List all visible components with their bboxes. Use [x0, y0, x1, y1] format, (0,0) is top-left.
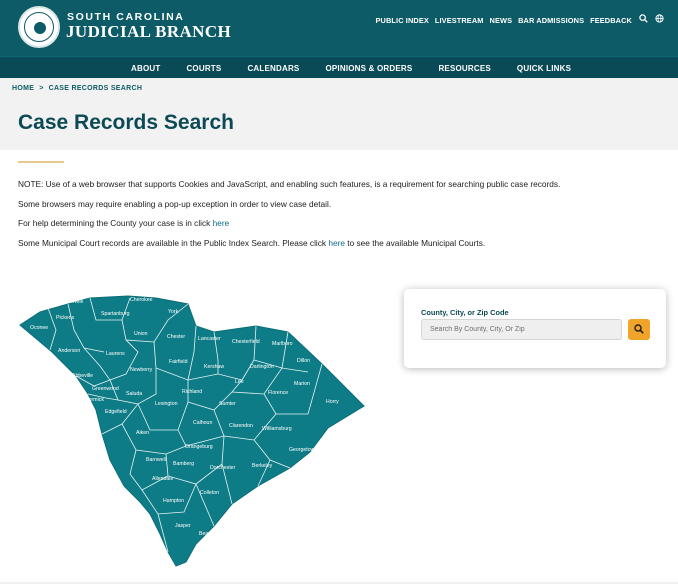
county-label-allendale[interactable]: Allendale [152, 476, 173, 482]
county-label-orangeburg[interactable]: Orangeburg [185, 444, 213, 450]
county-label-spartanburg[interactable]: Spartanburg [101, 311, 130, 317]
county-label-greenville[interactable]: Greenville [60, 299, 83, 305]
county-label-barnwell[interactable]: Barnwell [146, 457, 166, 463]
state-seal-logo[interactable] [18, 6, 60, 48]
county-label-beaufort[interactable]: Beaufort [199, 531, 219, 537]
breadcrumb-current: CASE RECORDS SEARCH [48, 85, 143, 92]
county-label-edgefield[interactable]: Edgefield [105, 409, 127, 415]
note-county-help: For help determining the County your cas… [18, 217, 658, 229]
utility-link-livestream[interactable]: LIVESTREAM [435, 16, 484, 25]
page-title: Case Records Search [18, 111, 234, 134]
county-label-fairfield[interactable]: Fairfield [169, 359, 187, 365]
nav-calendars[interactable]: CALENDARS [247, 64, 299, 73]
search-input[interactable] [421, 319, 622, 340]
county-label-williamsburg[interactable]: Williamsburg [262, 426, 292, 432]
globe-icon[interactable] [654, 14, 664, 26]
county-label-pickens[interactable]: Pickens [56, 315, 74, 321]
breadcrumb: HOME > CASE RECORDS SEARCH [12, 85, 142, 92]
search-icon [634, 322, 644, 337]
county-label-charleston[interactable]: Charleston [232, 505, 257, 511]
county-label-oconee[interactable]: Oconee [30, 325, 48, 331]
county-label-cherokee[interactable]: Cherokee [130, 297, 153, 303]
note-cookies: NOTE: Use of a web browser that supports… [18, 179, 561, 189]
county-label-florence[interactable]: Florence [268, 390, 288, 396]
county-label-clarendon[interactable]: Clarendon [229, 423, 253, 429]
county-label-kershaw[interactable]: Kershaw [204, 364, 224, 370]
note-county-help-text: For help determining the County your cas… [18, 218, 213, 229]
note-municipal-tail: to see the available Municipal Courts. [344, 237, 486, 248]
county-map-svg[interactable] [18, 290, 368, 570]
search-label: County, City, or Zip Code [421, 308, 509, 317]
county-label-dillon[interactable]: Dillon [297, 358, 310, 364]
nav-quick-links[interactable]: QUICK LINKS [517, 64, 571, 73]
county-help-link[interactable]: here [213, 218, 230, 228]
utility-link-news[interactable]: NEWS [490, 16, 513, 25]
utility-nav: PUBLIC INDEX LIVESTREAM NEWS BAR ADMISSI… [376, 14, 664, 26]
nav-opinions-orders[interactable]: OPINIONS & ORDERS [325, 64, 412, 73]
county-label-bamberg[interactable]: Bamberg [173, 461, 194, 467]
utility-link-feedback[interactable]: FEEDBACK [590, 16, 632, 25]
county-label-aiken[interactable]: Aiken [136, 430, 149, 436]
county-label-newberry[interactable]: Newberry [130, 367, 152, 373]
county-label-marlboro[interactable]: Marlboro [272, 341, 292, 347]
breadcrumb-home[interactable]: HOME [12, 85, 34, 92]
county-label-greenwood[interactable]: Greenwood [92, 386, 119, 392]
search-card: County, City, or Zip Code [404, 289, 666, 368]
county-label-horry[interactable]: Horry [326, 399, 339, 405]
brand-main-text[interactable]: JUDICIAL BRANCH [66, 22, 231, 42]
county-label-berkeley[interactable]: Berkeley [252, 463, 272, 469]
county-label-richland[interactable]: Richland [182, 389, 202, 395]
county-label-darlington[interactable]: Darlington [250, 364, 274, 370]
county-label-jasper[interactable]: Jasper [175, 523, 191, 529]
state-outline[interactable] [19, 295, 365, 567]
county-label-lee[interactable]: Lee [235, 379, 244, 385]
county-label-colleton[interactable]: Colleton [200, 490, 219, 496]
site-header: SOUTH CAROLINA JUDICIAL BRANCH PUBLIC IN… [0, 0, 678, 56]
nav-resources[interactable]: RESOURCES [438, 64, 490, 73]
nav-courts[interactable]: COURTS [186, 64, 221, 73]
seal-ring [24, 12, 54, 42]
note-municipal: Some Municipal Court records are availab… [18, 237, 658, 249]
utility-link-bar-admissions[interactable]: BAR ADMISSIONS [518, 16, 584, 25]
breadcrumb-separator: > [39, 85, 44, 92]
county-label-calhoun[interactable]: Calhoun [193, 420, 212, 426]
county-label-york[interactable]: York [168, 309, 178, 315]
county-label-abbeville[interactable]: Abbeville [72, 373, 93, 379]
county-label-dorchester[interactable]: Dorchester [210, 465, 235, 471]
search-icon[interactable] [638, 14, 648, 26]
main-nav: ABOUT COURTS CALENDARS OPINIONS & ORDERS… [0, 56, 678, 78]
title-accent-divider [18, 161, 64, 163]
county-label-laurens[interactable]: Laurens [106, 351, 125, 357]
seal-core [34, 22, 46, 34]
note-municipal-text: Some Municipal Court records are availab… [18, 237, 329, 248]
county-label-lexington[interactable]: Lexington [155, 401, 178, 407]
county-label-sumter[interactable]: Sumter [219, 401, 236, 407]
county-label-marion[interactable]: Marion [294, 381, 310, 387]
county-label-hampton[interactable]: Hampton [163, 498, 184, 504]
nav-about[interactable]: ABOUT [131, 64, 160, 73]
county-label-chester[interactable]: Chester [167, 334, 185, 340]
county-label-georgetown[interactable]: Georgetown [289, 447, 317, 453]
search-button[interactable] [628, 319, 650, 340]
county-label-chesterfield[interactable]: Chesterfield [232, 339, 260, 345]
municipal-courts-link[interactable]: here [328, 238, 345, 248]
county-label-lancaster[interactable]: Lancaster [198, 336, 221, 342]
county-map[interactable]: Greenville Cherokee Pickens Spartanburg … [18, 290, 368, 570]
county-label-union[interactable]: Union [134, 331, 148, 337]
county-label-saluda[interactable]: Saluda [126, 391, 142, 397]
notes-section: NOTE: Use of a web browser that supports… [18, 178, 658, 256]
county-label-anderson[interactable]: Anderson [58, 348, 80, 354]
note-popup: Some browsers may require enabling a pop… [18, 198, 332, 209]
county-label-mccormick[interactable]: McCormick [78, 397, 104, 403]
utility-link-public-index[interactable]: PUBLIC INDEX [376, 16, 429, 25]
title-band: HOME > CASE RECORDS SEARCH Case Records … [0, 78, 678, 150]
